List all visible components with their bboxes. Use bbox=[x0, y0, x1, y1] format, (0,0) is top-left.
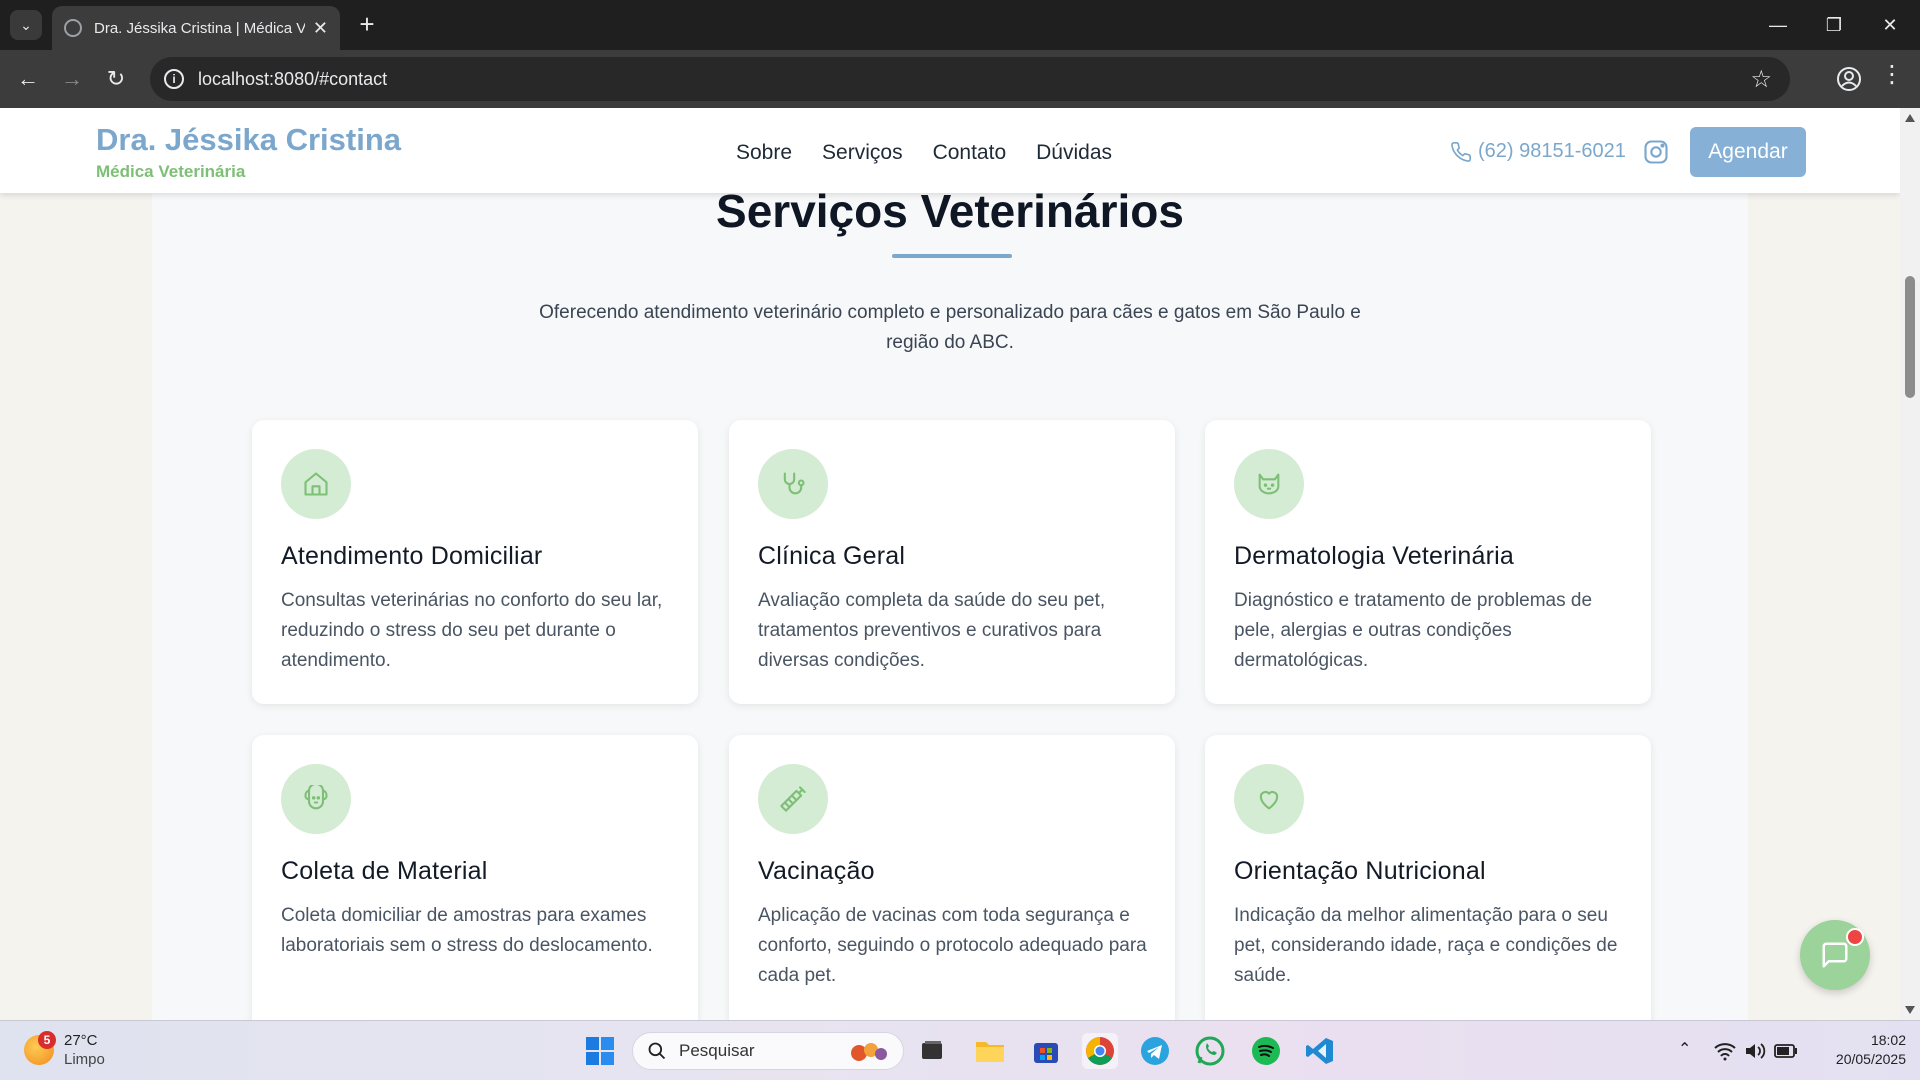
cat-icon bbox=[1234, 449, 1304, 519]
forward-icon[interactable]: → bbox=[54, 61, 90, 97]
card-text: Consultas veterinárias no conforto do se… bbox=[281, 590, 663, 671]
url-text[interactable]: localhost:8080/#contact bbox=[198, 69, 387, 90]
new-tab-icon[interactable]: + bbox=[352, 10, 382, 40]
address-toolbar: ← → ↻ i localhost:8080/#contact ☆ ⋮ bbox=[0, 50, 1920, 108]
card-text: Diagnóstico e tratamento de problemas de… bbox=[1234, 590, 1593, 671]
phone-link[interactable]: (62) 98151-6021 bbox=[1450, 140, 1626, 163]
browser-menu-icon[interactable]: ⋮ bbox=[1880, 60, 1904, 89]
restore-icon[interactable]: ❐ bbox=[1806, 0, 1862, 50]
nav-link-about[interactable]: Sobre bbox=[736, 141, 792, 165]
services-section: Serviços Veterinários Oferecendo atendim… bbox=[152, 108, 1748, 1020]
globe-icon bbox=[64, 19, 82, 37]
weather-widget[interactable]: 5 27°C Limpo bbox=[24, 1031, 105, 1069]
close-window-icon[interactable]: ✕ bbox=[1862, 0, 1918, 50]
schedule-button[interactable]: Agendar bbox=[1690, 127, 1806, 177]
service-card-nutrition[interactable]: Orientação Nutricional Indicação da melh… bbox=[1205, 735, 1651, 1020]
scroll-down-icon[interactable] bbox=[1905, 1006, 1915, 1014]
bookmark-star-icon[interactable]: ☆ bbox=[1750, 65, 1772, 94]
weather-temp: 27°C bbox=[64, 1032, 98, 1049]
service-card-dermatology[interactable]: Dermatologia Veterinária Diagnóstico e t… bbox=[1205, 420, 1651, 704]
brand-subtitle: Médica Veterinária bbox=[96, 162, 246, 181]
title-underline bbox=[892, 254, 1012, 258]
scrollbar-thumb[interactable] bbox=[1905, 276, 1915, 398]
nav-link-services[interactable]: Serviços bbox=[822, 141, 903, 165]
service-card-clinic[interactable]: Clínica Geral Avaliação completa da saúd… bbox=[729, 420, 1175, 704]
taskbar-clock[interactable]: 18:02 20/05/2025 bbox=[1800, 1031, 1906, 1069]
instagram-icon[interactable] bbox=[1642, 138, 1670, 166]
vscode-icon[interactable] bbox=[1302, 1033, 1338, 1069]
card-title: Dermatologia Veterinária bbox=[1234, 542, 1514, 570]
stethoscope-icon bbox=[758, 449, 828, 519]
nav-link-faq[interactable]: Dúvidas bbox=[1036, 141, 1112, 165]
chat-button[interactable] bbox=[1800, 920, 1870, 990]
card-title: Clínica Geral bbox=[758, 542, 906, 570]
file-explorer-icon[interactable] bbox=[972, 1033, 1008, 1069]
scroll-up-icon[interactable] bbox=[1905, 114, 1915, 122]
site-header: Dra. Jéssika Cristina Médica Veterinária… bbox=[0, 108, 1900, 193]
telegram-icon[interactable] bbox=[1137, 1033, 1173, 1069]
clock-date: 20/05/2025 bbox=[1835, 1051, 1906, 1067]
search-icon bbox=[648, 1042, 666, 1060]
windows-taskbar: 5 27°C Limpo Pesquisar ⌃ 18:02 20/05/202… bbox=[0, 1020, 1920, 1080]
wifi-icon[interactable] bbox=[1714, 1041, 1736, 1061]
tab-title: Dra. Jéssika Cristina | Médica Ve bbox=[94, 19, 305, 37]
search-highlight-icon bbox=[851, 1043, 887, 1061]
search-label: Pesquisar bbox=[679, 1041, 755, 1060]
tray-chevron-icon[interactable]: ⌃ bbox=[1678, 1039, 1691, 1059]
profile-icon[interactable] bbox=[1832, 62, 1866, 96]
browser-tab-active[interactable]: Dra. Jéssika Cristina | Médica Ve ✕ bbox=[52, 6, 340, 50]
site-info-icon[interactable]: i bbox=[164, 69, 184, 89]
reload-icon[interactable]: ↻ bbox=[98, 61, 134, 97]
battery-icon[interactable] bbox=[1774, 1042, 1798, 1060]
weather-sun-icon: 5 bbox=[24, 1031, 56, 1065]
notification-dot bbox=[1846, 928, 1864, 946]
address-bar[interactable]: i localhost:8080/#contact ☆ bbox=[150, 57, 1790, 101]
microsoft-store-icon[interactable] bbox=[1028, 1033, 1064, 1069]
browser-tab-bar: ⌄ Dra. Jéssika Cristina | Médica Ve ✕ + … bbox=[0, 0, 1920, 50]
volume-icon[interactable] bbox=[1744, 1041, 1766, 1061]
taskbar-search[interactable]: Pesquisar bbox=[632, 1032, 904, 1070]
card-title: Vacinação bbox=[758, 857, 875, 885]
card-text: Avaliação completa da saúde do seu pet, … bbox=[758, 590, 1106, 671]
services-description: Oferecendo atendimento veterinário compl… bbox=[539, 302, 1361, 353]
spotify-icon[interactable] bbox=[1248, 1033, 1284, 1069]
clock-time: 18:02 bbox=[1870, 1032, 1906, 1048]
task-view-icon[interactable] bbox=[914, 1033, 950, 1069]
card-text: Indicação da melhor alimentação para o s… bbox=[1234, 905, 1618, 986]
service-card-home[interactable]: Atendimento Domiciliar Consultas veterin… bbox=[252, 420, 698, 704]
card-title: Atendimento Domiciliar bbox=[281, 542, 543, 570]
dog-icon bbox=[281, 764, 351, 834]
service-card-vaccination[interactable]: Vacinação Aplicação de vacinas com toda … bbox=[729, 735, 1175, 1020]
close-tab-icon[interactable]: ✕ bbox=[313, 18, 328, 39]
chat-bubble-icon bbox=[1822, 942, 1848, 968]
syringe-icon bbox=[758, 764, 828, 834]
brand-name[interactable]: Dra. Jéssika Cristina bbox=[96, 122, 401, 158]
heart-icon bbox=[1234, 764, 1304, 834]
phone-number[interactable]: (62) 98151-6021 bbox=[1478, 140, 1626, 163]
back-icon[interactable]: ← bbox=[10, 61, 46, 97]
minimize-icon[interactable]: — bbox=[1750, 0, 1806, 50]
main-nav: Sobre Serviços Contato Dúvidas bbox=[736, 141, 1112, 165]
weather-badge: 5 bbox=[38, 1031, 56, 1049]
card-text: Coleta domiciliar de amostras para exame… bbox=[281, 905, 653, 956]
page-scrollbar[interactable] bbox=[1900, 108, 1920, 1020]
service-card-sample-collection[interactable]: Coleta de Material Coleta domiciliar de … bbox=[252, 735, 698, 1020]
card-title: Coleta de Material bbox=[281, 857, 488, 885]
whatsapp-icon[interactable] bbox=[1192, 1033, 1228, 1069]
card-text: Aplicação de vacinas com toda segurança … bbox=[758, 905, 1147, 986]
nav-link-contact[interactable]: Contato bbox=[933, 141, 1007, 165]
phone-icon bbox=[1451, 141, 1471, 162]
card-title: Orientação Nutricional bbox=[1234, 857, 1486, 885]
page-viewport: Serviços Veterinários Oferecendo atendim… bbox=[0, 108, 1900, 1020]
weather-desc: Limpo bbox=[64, 1051, 105, 1068]
house-icon bbox=[281, 449, 351, 519]
chrome-icon[interactable] bbox=[1082, 1033, 1118, 1069]
windows-start-icon[interactable] bbox=[582, 1033, 618, 1069]
tab-search-dropdown-icon[interactable]: ⌄ bbox=[10, 10, 42, 40]
